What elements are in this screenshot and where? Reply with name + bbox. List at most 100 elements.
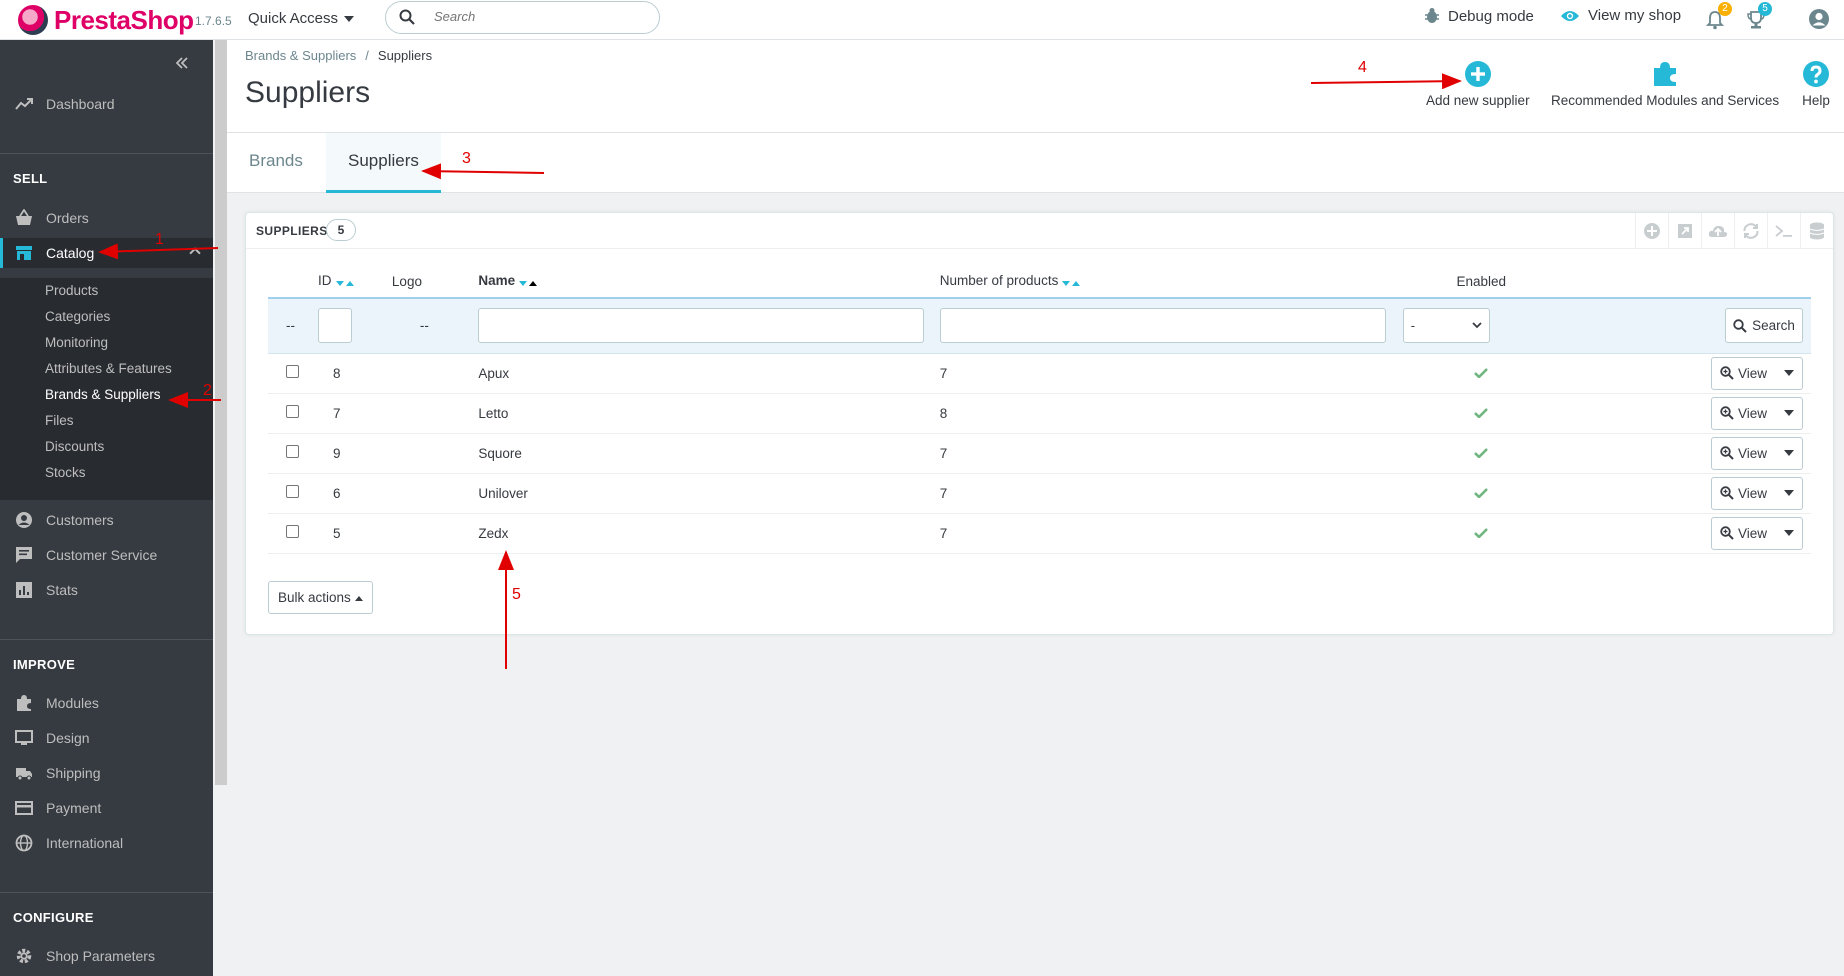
- column-header-enabled: Enabled: [1385, 265, 1577, 299]
- filter-name-input[interactable]: [478, 308, 925, 344]
- caret-down-icon[interactable]: [1776, 490, 1802, 496]
- column-header-name[interactable]: Name: [478, 265, 940, 299]
- quick-access-dropdown[interactable]: Quick Access: [248, 10, 355, 27]
- submenu-item-products[interactable]: Products: [0, 278, 213, 304]
- notifications-badge: 2: [1718, 2, 1732, 16]
- row-checkbox[interactable]: [286, 365, 299, 378]
- tab-brands[interactable]: Brands: [227, 133, 325, 193]
- row-checkbox[interactable]: [286, 445, 299, 458]
- supplier-enabled[interactable]: [1385, 353, 1577, 394]
- view-button[interactable]: View: [1710, 436, 1803, 470]
- caret-down-icon[interactable]: [1776, 450, 1802, 456]
- sidebar-item-modules[interactable]: Modules: [0, 688, 213, 718]
- search-input[interactable]: [434, 9, 634, 24]
- sort-icon[interactable]: [335, 274, 354, 289]
- breadcrumb-parent-link[interactable]: Brands & Suppliers: [245, 48, 356, 63]
- search-button[interactable]: Search: [1725, 308, 1803, 344]
- add-tool-icon[interactable]: [1635, 213, 1668, 249]
- submenu-item-categories[interactable]: Categories: [0, 304, 213, 330]
- breadcrumb: Brands & Suppliers / Suppliers: [245, 48, 432, 63]
- column-header-id[interactable]: ID: [318, 265, 392, 299]
- table-row[interactable]: 6 Unilover 7 View: [268, 473, 1811, 514]
- row-checkbox[interactable]: [286, 485, 299, 498]
- recommended-modules-button[interactable]: Recommended Modules and Services: [1551, 60, 1779, 108]
- cloud-upload-icon[interactable]: [1701, 213, 1734, 249]
- supplier-product-count: 8: [939, 393, 1386, 434]
- filter-products-input[interactable]: [939, 308, 1386, 344]
- notifications-button[interactable]: 2: [1706, 2, 1732, 32]
- sidebar-item-stats[interactable]: Stats: [0, 575, 213, 605]
- sidebar-item-payment[interactable]: Payment: [0, 793, 213, 823]
- database-icon[interactable]: [1800, 213, 1833, 249]
- view-main[interactable]: View: [1712, 477, 1776, 509]
- caret-down-icon[interactable]: [1776, 370, 1802, 376]
- supplier-logo: [391, 473, 479, 514]
- prestashop-logo[interactable]: PrestaShop: [18, 2, 194, 38]
- sidebar-item-dashboard[interactable]: Dashboard: [0, 89, 213, 119]
- bulk-actions-label: Bulk actions: [278, 590, 351, 605]
- collapse-sidebar-icon[interactable]: [174, 55, 190, 71]
- filter-id-input[interactable]: [318, 308, 353, 344]
- table-row[interactable]: 8 Apux 7 View: [268, 353, 1811, 394]
- column-header-products[interactable]: Number of products: [939, 265, 1386, 299]
- sidebar-item-customers[interactable]: Customers: [0, 505, 213, 535]
- caret-down-icon[interactable]: [1776, 530, 1802, 536]
- submenu-item-discounts[interactable]: Discounts: [0, 434, 213, 460]
- sidebar-scrollbar[interactable]: [215, 40, 227, 785]
- table-row[interactable]: 9 Squore 7 View: [268, 433, 1811, 474]
- sidebar-item-international[interactable]: International: [0, 828, 213, 858]
- terminal-icon[interactable]: [1767, 213, 1800, 249]
- search-icon[interactable]: [399, 9, 415, 25]
- row-checkbox[interactable]: [286, 525, 299, 538]
- view-button[interactable]: View: [1710, 356, 1803, 390]
- filter-enabled-select[interactable]: -: [1402, 308, 1490, 344]
- sidebar-item-shipping[interactable]: Shipping: [0, 758, 213, 788]
- filter-cell: -: [1385, 298, 1577, 354]
- header-search[interactable]: [385, 1, 660, 34]
- row-checkbox[interactable]: [286, 405, 299, 418]
- desktop-icon: [15, 730, 33, 745]
- add-new-supplier-button[interactable]: Add new supplier: [1426, 60, 1530, 108]
- view-main[interactable]: View: [1712, 357, 1776, 389]
- supplier-enabled[interactable]: [1385, 433, 1577, 474]
- view-button-label: View: [1737, 365, 1767, 381]
- submenu-item-files[interactable]: Files: [0, 408, 213, 434]
- trophy-button[interactable]: 5: [1746, 2, 1772, 32]
- supplier-enabled[interactable]: [1385, 513, 1577, 554]
- submenu-item-attributes-features[interactable]: Attributes & Features: [0, 356, 213, 382]
- bulk-actions-button[interactable]: Bulk actions: [268, 581, 373, 614]
- gear-icon: [16, 948, 32, 964]
- sort-icon[interactable]: [519, 274, 538, 289]
- submenu-item-stocks[interactable]: Stocks: [0, 460, 213, 486]
- sidebar-item-shop-parameters[interactable]: Shop Parameters: [0, 941, 213, 971]
- sidebar-item-catalog[interactable]: Catalog: [0, 238, 213, 268]
- table-row[interactable]: 7 Letto 8 View: [268, 393, 1811, 434]
- view-button[interactable]: View: [1710, 396, 1803, 430]
- view-button[interactable]: View: [1710, 516, 1803, 550]
- panel-toolbar: [1635, 213, 1833, 249]
- table-row[interactable]: 5 Zedx 7 View: [268, 513, 1811, 554]
- sidebar: Dashboard SELL Orders Catalog Products C…: [0, 40, 213, 976]
- sidebar-item-orders[interactable]: Orders: [0, 203, 213, 233]
- caret-down-icon[interactable]: [1776, 410, 1802, 416]
- tab-suppliers[interactable]: Suppliers: [326, 133, 441, 193]
- view-main[interactable]: View: [1712, 437, 1776, 469]
- view-main[interactable]: View: [1712, 397, 1776, 429]
- sidebar-item-customer-service[interactable]: Customer Service: [0, 540, 213, 570]
- view-main[interactable]: View: [1712, 517, 1776, 549]
- sidebar-item-design[interactable]: Design: [0, 723, 213, 753]
- user-avatar-icon[interactable]: [1808, 8, 1830, 30]
- submenu-item-monitoring[interactable]: Monitoring: [0, 330, 213, 356]
- refresh-icon[interactable]: [1734, 213, 1767, 249]
- supplier-enabled[interactable]: [1385, 393, 1577, 434]
- supplier-enabled[interactable]: [1385, 473, 1577, 514]
- check-icon: [1474, 367, 1489, 378]
- help-button[interactable]: Help: [1802, 60, 1830, 108]
- sidebar-item-label: Shipping: [46, 765, 101, 781]
- view-shop-link[interactable]: View my shop: [1560, 7, 1681, 24]
- sort-icon[interactable]: [1062, 274, 1081, 289]
- submenu-item-brands-suppliers[interactable]: Brands & Suppliers: [0, 382, 213, 408]
- view-button[interactable]: View: [1710, 476, 1803, 510]
- debug-mode-link[interactable]: Debug mode: [1424, 7, 1534, 25]
- export-icon[interactable]: [1668, 213, 1701, 249]
